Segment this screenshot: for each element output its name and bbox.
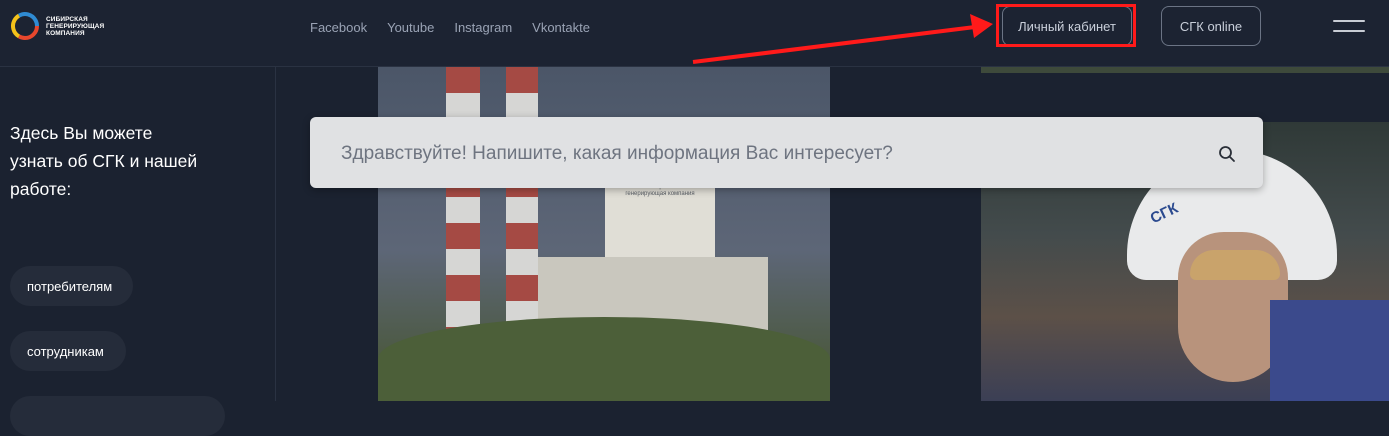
arrow-annotation [692,14,993,64]
third-button[interactable] [10,396,225,436]
